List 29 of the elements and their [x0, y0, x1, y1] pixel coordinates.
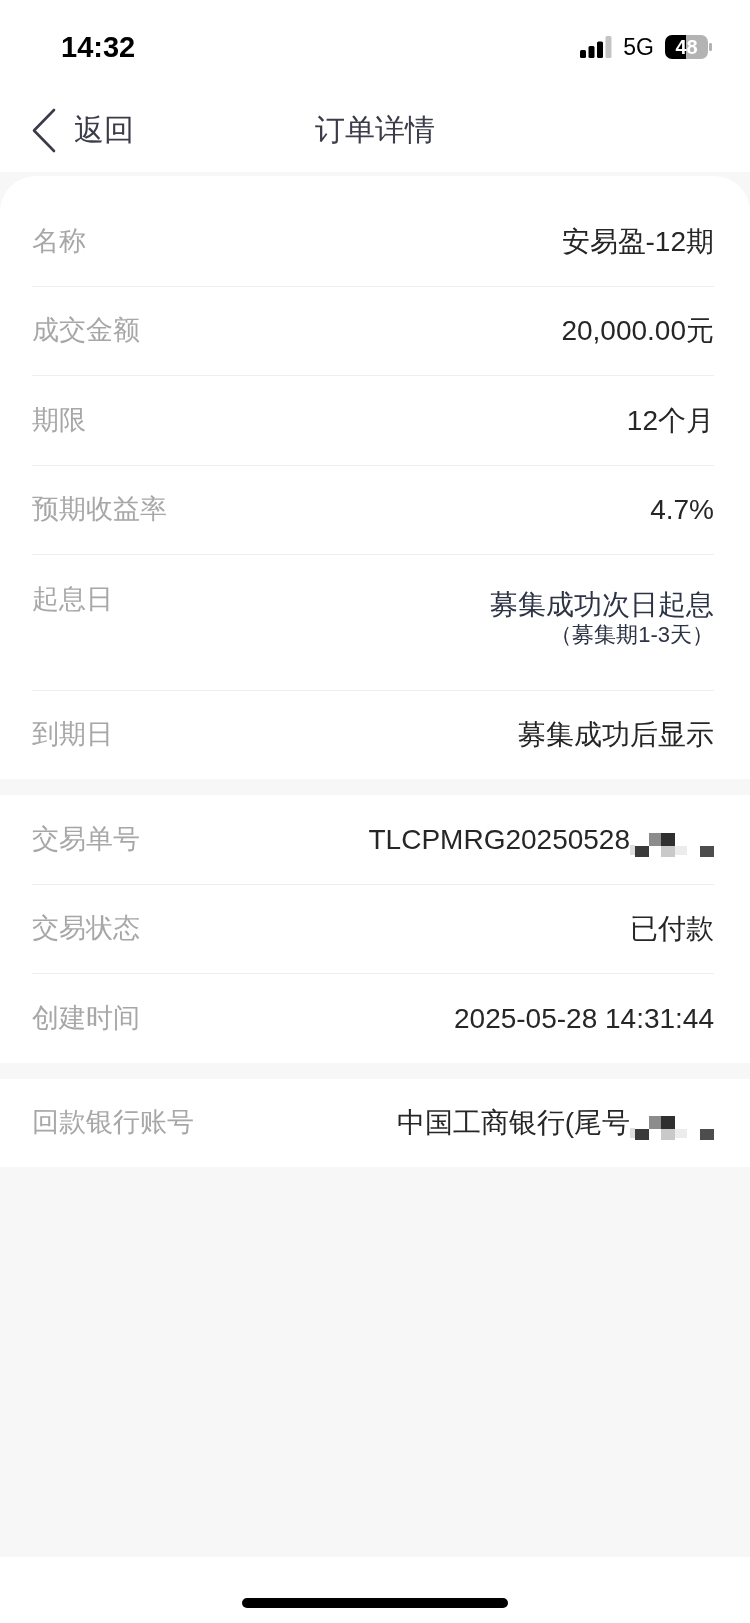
- back-button[interactable]: 返回: [0, 100, 142, 160]
- field-value: TLCPMRG20250528: [368, 822, 630, 857]
- field-value: 募集成功后显示: [518, 718, 714, 753]
- field-label: 名称: [32, 224, 86, 258]
- field-label: 到期日: [32, 718, 113, 752]
- field-value: 2025-05-28 14:31:44: [454, 1001, 714, 1036]
- field-label: 成交金额: [32, 314, 140, 348]
- field-value: 已付款: [630, 912, 714, 947]
- field-value: 12个月: [626, 403, 714, 438]
- signal-icon: [580, 36, 613, 58]
- field-value: 募集成功次日起息: [490, 587, 714, 622]
- field-note: （募集期1-3天）: [550, 622, 714, 647]
- field-value: 中国工商银行(尾号: [396, 1106, 630, 1141]
- field-label: 交易单号: [32, 822, 140, 856]
- field-value: 4.7%: [650, 493, 714, 528]
- status-time: 14:32: [61, 30, 136, 64]
- field-label: 回款银行账号: [32, 1106, 194, 1140]
- network-label: 5G: [623, 34, 654, 60]
- field-label: 创建时间: [32, 1001, 140, 1035]
- field-label: 预期收益率: [32, 493, 167, 527]
- field-value: 安易盈-12期: [561, 224, 714, 259]
- field-label: 起息日: [32, 582, 113, 616]
- battery-cap-icon: [709, 43, 712, 51]
- back-chevron-icon: [31, 107, 56, 153]
- battery-indicator: 48: [665, 35, 708, 59]
- field-label: 期限: [32, 403, 86, 437]
- page-title: 订单详情: [315, 112, 435, 148]
- field-value: 20,000.00元: [561, 314, 714, 349]
- field-label: 交易状态: [32, 912, 140, 946]
